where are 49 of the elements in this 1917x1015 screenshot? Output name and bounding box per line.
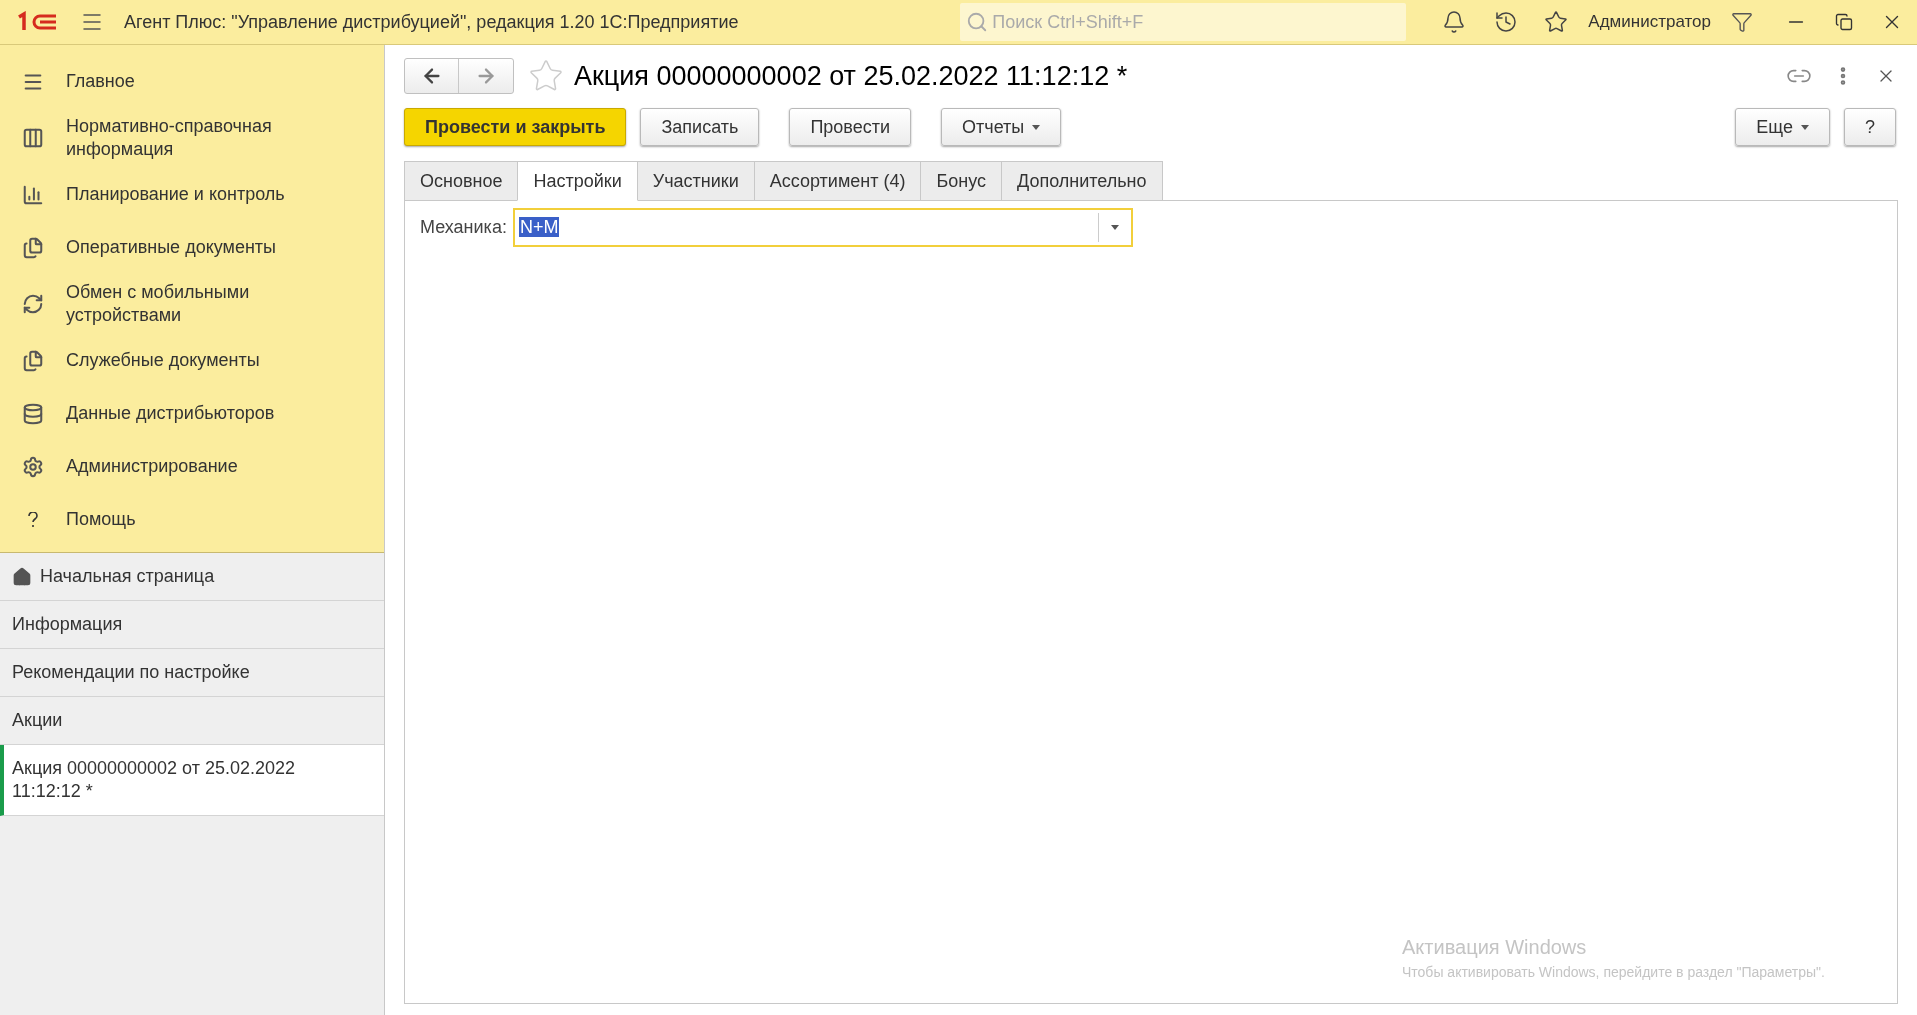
activation-title: Активация Windows bbox=[1402, 935, 1588, 960]
document-title: Акция 00000000002 от 25.02.2022 11:12:12 * bbox=[574, 59, 1128, 93]
home-icon bbox=[12, 566, 32, 587]
caret-icon bbox=[1032, 124, 1041, 130]
mechanics-dropdown[interactable]: N+M bbox=[512, 208, 1133, 247]
search-icon bbox=[966, 11, 989, 33]
documents-icon bbox=[22, 349, 44, 372]
section-item[interactable]: Администрирование bbox=[0, 440, 384, 493]
tab[interactable]: Участники bbox=[636, 161, 755, 201]
toolbar-button[interactable]: ? bbox=[1844, 108, 1896, 146]
tab[interactable]: Настройки bbox=[517, 161, 638, 201]
settings-icon bbox=[22, 455, 44, 478]
section-item[interactable]: Помощь bbox=[0, 493, 384, 546]
selected-value: N+M bbox=[518, 217, 560, 237]
tab[interactable]: Дополнительно bbox=[1001, 161, 1163, 201]
sync-icon bbox=[22, 293, 44, 315]
section-item[interactable]: Данные дистрибьюторов bbox=[0, 387, 384, 440]
tab[interactable]: Основное bbox=[404, 161, 519, 201]
bar-chart-icon bbox=[22, 183, 44, 206]
section-item[interactable]: Нормативно-справочная информация bbox=[0, 108, 384, 168]
restore-icon[interactable] bbox=[1835, 13, 1853, 31]
star-icon[interactable] bbox=[1544, 10, 1569, 34]
window-title: Агент Плюс: "Управление дистрибуцией", редакция 1.20 1С:Предприятие bbox=[124, 10, 739, 34]
activation-text: Чтобы активировать Windows, перейдите в раздел "Параметры". bbox=[1402, 963, 1826, 982]
open-window-item[interactable]: Акция 00000000002 от 25.02.2022 11:12:12 * bbox=[0, 745, 384, 816]
caret-icon bbox=[1110, 225, 1119, 230]
toolbar-button[interactable]: Записать bbox=[640, 108, 760, 146]
question-icon bbox=[28, 511, 38, 528]
database-icon bbox=[22, 402, 44, 425]
section-item[interactable]: Служебные документы bbox=[0, 334, 384, 387]
tab[interactable]: Ассортимент (4) bbox=[753, 161, 922, 201]
documents-icon bbox=[22, 236, 44, 259]
bell-icon[interactable] bbox=[1442, 10, 1467, 34]
search-field[interactable]: Поиск Ctrl+Shift+F bbox=[960, 3, 1407, 41]
field-label: Механика: bbox=[420, 216, 507, 239]
history-icon[interactable] bbox=[1494, 10, 1519, 34]
primary-button[interactable]: Провести и закрыть bbox=[404, 108, 627, 146]
section-item[interactable]: Обмен с мобильными устройствами bbox=[0, 274, 384, 334]
toolbar-button[interactable]: Провести bbox=[789, 108, 912, 146]
user-name[interactable]: Администратор bbox=[1588, 9, 1711, 35]
section-item[interactable]: Главное bbox=[0, 55, 384, 108]
dropdown-button[interactable]: Еще bbox=[1735, 108, 1830, 146]
section-item[interactable]: Оперативные документы bbox=[0, 221, 384, 274]
caret-icon bbox=[1801, 124, 1809, 130]
section-item[interactable]: Планирование и контроль bbox=[0, 168, 384, 221]
tab[interactable]: Бонус bbox=[920, 161, 1002, 201]
dropdown-button[interactable]: Отчеты bbox=[941, 108, 1062, 146]
funnel-icon[interactable] bbox=[1731, 11, 1753, 33]
columns-icon bbox=[22, 127, 44, 149]
